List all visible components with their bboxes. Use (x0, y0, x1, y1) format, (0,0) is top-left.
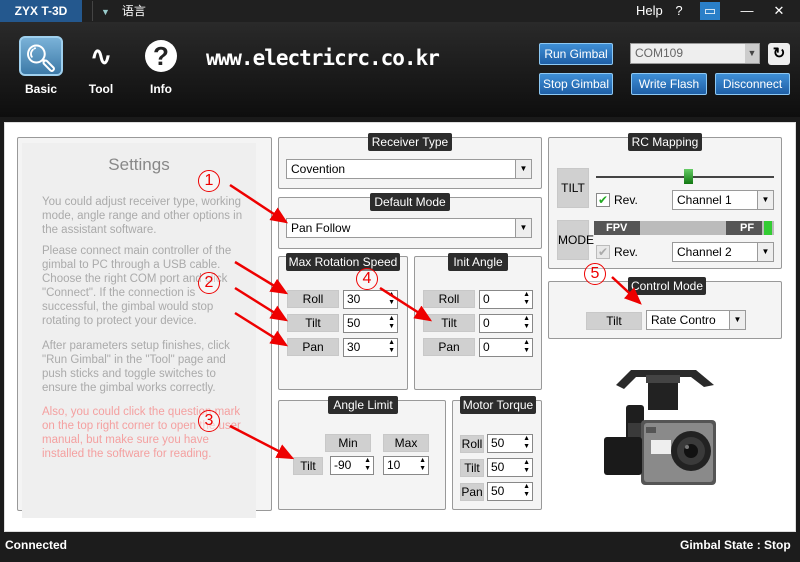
marker-2: 2 (198, 272, 220, 294)
connection-status: Connected (5, 538, 68, 552)
marker-5: 5 (584, 263, 606, 285)
annotation-arrows (229, 183, 642, 460)
marker-3: 3 (198, 410, 220, 432)
marker-1: 1 (198, 170, 220, 192)
marker-4: 4 (356, 268, 378, 290)
gimbal-state: Gimbal State : Stop (680, 538, 791, 552)
